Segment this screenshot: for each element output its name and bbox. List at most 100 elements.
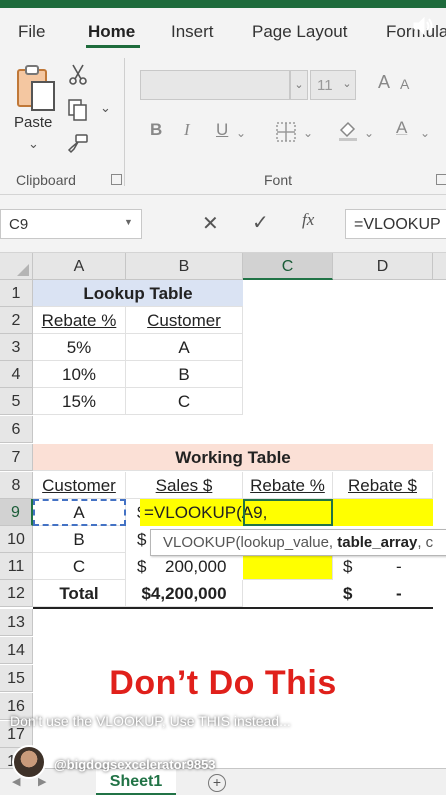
table-cell[interactable]: C [126,388,243,415]
font-name-input[interactable] [140,70,290,100]
column-header-c[interactable]: C [243,253,333,280]
paste-icon[interactable] [14,64,60,112]
tooltip-prefix: VLOOKUP(lookup_value, [163,534,338,551]
font-name-chevron-icon[interactable]: ⌄ [290,70,308,100]
row-header[interactable]: 11 [0,553,33,580]
insert-function-icon[interactable]: fx [302,210,314,230]
overlay-caption: Don't use the VLOOKUP, Use THIS instead.… [10,713,291,729]
row-header[interactable]: 5 [0,388,33,415]
b11-dollar: $ [137,557,147,576]
table-cell[interactable]: B [126,361,243,388]
row-header[interactable]: 9 [0,499,33,526]
working-header-rebate-amt[interactable]: Rebate $ [333,472,433,499]
formula-input[interactable]: =VLOOKUP [345,209,446,239]
tab-page-layout[interactable]: Page Layout [252,22,347,42]
underline-chevron-icon[interactable]: ⌄ [236,126,246,140]
column-header-d[interactable]: D [333,253,433,280]
formula-bar: C9 ▼ ✕ ✓ fx =VLOOKUP [0,195,446,253]
font-color-chevron-icon[interactable]: ⌄ [420,126,430,140]
sheet-tab-sheet1[interactable]: Sheet1 [96,769,176,795]
lookup-table-title[interactable]: Lookup Table [33,280,243,307]
row-header[interactable]: 7 [0,444,33,471]
borders-icon[interactable] [274,120,298,144]
avatar[interactable] [12,745,46,779]
b11-value: 200,000 [165,557,227,576]
cut-icon[interactable] [66,62,90,86]
working-header-customer[interactable]: Customer [33,472,126,499]
working-table-title[interactable]: Working Table [33,444,433,471]
tab-home[interactable]: Home [88,22,135,42]
font-size-chevron-icon[interactable]: ⌄ [338,70,356,100]
name-box[interactable]: C9 [0,209,142,239]
select-all-button[interactable] [0,253,33,280]
add-sheet-icon[interactable]: + [208,774,226,792]
font-group-label: Font [264,172,293,188]
b10-dollar: $ [137,530,147,549]
tooltip-active-arg: table_array [337,534,418,551]
total-sales[interactable]: $4,200,000 [126,580,243,607]
row-header[interactable]: 2 [0,307,33,334]
title-bar-strip [0,0,446,8]
row-header[interactable]: 8 [0,472,33,499]
channel-handle[interactable]: @bigdogsexcelerator9853 [54,757,216,772]
sheet-tab-bar: ◀ ▶ Sheet1 + [0,768,446,795]
bold-button[interactable]: B [150,120,162,140]
c11-highlight-cell[interactable] [243,553,333,580]
lookup-header-rebate[interactable]: Rebate % [33,307,126,334]
fill-color-icon[interactable] [336,118,360,142]
reference-highlight-a9 [33,499,126,526]
font-launcher-icon[interactable] [436,174,446,185]
table-cell[interactable]: C [33,553,126,580]
underline-button[interactable]: U [216,120,228,140]
chevron-down-icon[interactable]: ⌄ [28,136,39,152]
total-label[interactable]: Total [33,580,126,607]
copy-chevron-icon[interactable]: ⌄ [100,100,111,116]
active-cell-editor[interactable]: =VLOOKUP(A9, [140,499,433,526]
d11-dollar: $ [343,557,353,576]
table-cell[interactable]: 5% [33,334,126,361]
tab-insert[interactable]: Insert [171,22,214,42]
tab-file[interactable]: File [18,22,45,42]
table-cell[interactable]: A [126,334,243,361]
font-color-icon[interactable]: A [396,118,407,138]
format-painter-icon[interactable] [66,132,90,156]
copy-icon[interactable] [66,98,90,122]
fill-color-chevron-icon[interactable]: ⌄ [364,126,374,140]
lookup-header-customer[interactable]: Customer [126,307,243,334]
volume-icon[interactable] [412,16,434,36]
column-header-a[interactable]: A [33,253,126,280]
function-tooltip: VLOOKUP(lookup_value, table_array, c [150,529,446,556]
working-header-rebate-pct[interactable]: Rebate % [243,472,333,499]
row-header[interactable]: 14 [0,637,33,664]
cancel-icon[interactable]: ✕ [202,211,219,236]
enter-check-icon[interactable]: ✓ [252,210,269,235]
table-cell[interactable]: 10% [33,361,126,388]
shrink-font-icon[interactable]: A [400,76,409,92]
table-cell[interactable]: B [33,526,126,553]
italic-button[interactable]: I [184,120,190,140]
row-header[interactable]: 10 [0,526,33,553]
name-box-chevron-icon[interactable]: ▼ [124,217,133,227]
tooltip-suffix: , c [417,534,434,551]
grow-font-icon[interactable]: A [378,72,390,93]
row-header[interactable]: 1 [0,280,33,307]
next-sheet-icon[interactable]: ▶ [38,775,46,788]
borders-chevron-icon[interactable]: ⌄ [303,126,313,140]
paste-label[interactable]: Paste [14,114,52,131]
column-header-b[interactable]: B [126,253,243,280]
overlay-title: Don’t Do This [109,664,337,702]
prev-sheet-icon[interactable]: ◀ [12,775,20,788]
d12-dollar: $ [343,584,353,603]
row-header[interactable]: 12 [0,580,33,607]
clipboard-launcher-icon[interactable] [111,174,122,185]
row-header[interactable]: 3 [0,334,33,361]
ribbon-divider [124,58,125,186]
ribbon-home: Paste ⌄ ⌄ Clipboard ⌄ 11 ⌄ A A B I U ⌄ ⌄… [0,48,446,195]
table-cell[interactable]: 15% [33,388,126,415]
column-header-e[interactable] [433,253,446,280]
working-header-sales[interactable]: Sales $ [126,472,243,499]
row-header[interactable]: 4 [0,361,33,388]
row-header[interactable]: 13 [0,609,33,636]
total-border [33,607,433,609]
row-header[interactable]: 6 [0,416,33,443]
